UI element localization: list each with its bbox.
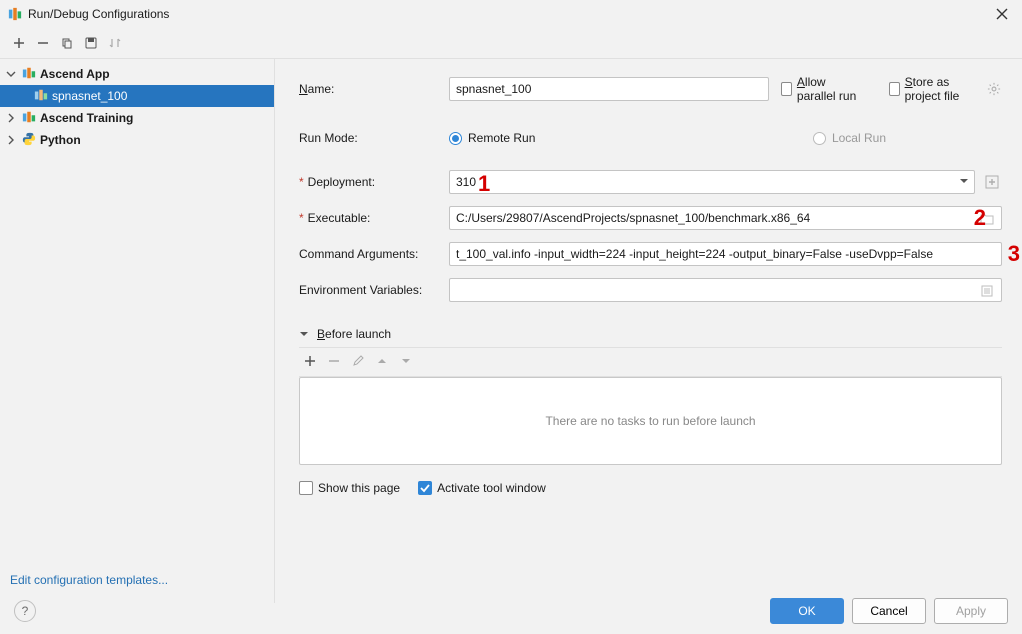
add-deployment-button[interactable] bbox=[981, 171, 1002, 193]
move-up-button bbox=[371, 350, 393, 372]
tree-label: Ascend Training bbox=[40, 111, 133, 125]
before-launch-section: Before launch There are no tasks to run … bbox=[299, 327, 1002, 501]
radio-label: Local Run bbox=[832, 131, 886, 145]
add-config-button[interactable] bbox=[8, 32, 30, 54]
cancel-button[interactable]: Cancel bbox=[852, 598, 926, 624]
before-launch-header[interactable]: Before launch bbox=[299, 327, 1002, 341]
tree-item-python[interactable]: Python bbox=[0, 129, 274, 151]
add-task-button[interactable] bbox=[299, 350, 321, 372]
footer: OK Cancel Apply bbox=[770, 598, 1008, 624]
no-tasks-text: There are no tasks to run before launch bbox=[545, 414, 755, 428]
radio-label: Remote Run bbox=[468, 131, 535, 145]
activate-tool-checkbox[interactable]: Activate tool window bbox=[418, 481, 546, 495]
save-config-button[interactable] bbox=[80, 32, 102, 54]
checkbox-icon bbox=[418, 481, 432, 495]
tree-label: spnasnet_100 bbox=[52, 89, 127, 103]
titlebar: Run/Debug Configurations bbox=[0, 0, 1022, 28]
tree-item-spnasnet[interactable]: spnasnet_100 bbox=[0, 85, 274, 107]
edit-templates-link[interactable]: Edit configuration templates... bbox=[0, 565, 274, 599]
deployment-combo[interactable] bbox=[449, 170, 975, 194]
chevron-right-icon bbox=[4, 111, 18, 125]
footer-left: ? bbox=[14, 600, 36, 622]
local-run-radio[interactable]: Local Run bbox=[813, 131, 886, 145]
ascend-folder-icon bbox=[22, 110, 36, 127]
form-panel: Name: Allow parallel run Store as projec… bbox=[275, 59, 1022, 603]
config-icon bbox=[34, 88, 48, 105]
remote-run-radio[interactable]: Remote Run bbox=[449, 131, 535, 145]
chevron-right-icon bbox=[4, 133, 18, 147]
args-input[interactable] bbox=[449, 242, 1002, 266]
browse-folder-icon[interactable] bbox=[976, 208, 998, 230]
before-launch-toolbar bbox=[299, 350, 1002, 377]
edit-task-button bbox=[347, 350, 369, 372]
ascend-folder-icon bbox=[22, 66, 36, 83]
window-title: Run/Debug Configurations bbox=[28, 7, 169, 21]
close-button[interactable] bbox=[988, 0, 1016, 28]
before-launch-tasks: There are no tasks to run before launch bbox=[299, 377, 1002, 465]
name-input[interactable] bbox=[449, 77, 769, 101]
checkbox-label: Store as project file bbox=[905, 75, 981, 103]
ok-button[interactable]: OK bbox=[770, 598, 844, 624]
tree-label: Python bbox=[40, 133, 81, 147]
before-launch-label: Before launch bbox=[317, 327, 391, 341]
checkbox-icon bbox=[299, 481, 313, 495]
allow-parallel-checkbox[interactable]: Allow parallel run bbox=[781, 75, 865, 103]
config-tree: Ascend App spnasnet_100 bbox=[0, 63, 274, 565]
config-toolbar bbox=[0, 28, 1022, 59]
store-project-checkbox[interactable]: Store as project file bbox=[889, 75, 981, 103]
radio-icon bbox=[813, 132, 826, 145]
env-input[interactable] bbox=[449, 278, 1002, 302]
chevron-down-icon bbox=[299, 328, 311, 340]
env-label: Environment Variables: bbox=[299, 283, 422, 297]
checkbox-label: Activate tool window bbox=[437, 481, 546, 495]
main: Ascend App spnasnet_100 bbox=[0, 59, 1022, 603]
executable-label: Executable: bbox=[308, 211, 371, 225]
list-icon[interactable] bbox=[976, 280, 998, 302]
sort-config-button[interactable] bbox=[104, 32, 126, 54]
annotation-3: 3 bbox=[1008, 241, 1020, 267]
checkbox-label: Allow parallel run bbox=[797, 75, 865, 103]
checkbox-icon bbox=[889, 82, 900, 96]
sidebar: Ascend App spnasnet_100 bbox=[0, 59, 275, 603]
remove-config-button[interactable] bbox=[32, 32, 54, 54]
checkbox-icon bbox=[781, 82, 792, 96]
radio-icon bbox=[449, 132, 462, 145]
run-mode-label: Run Mode: bbox=[299, 131, 358, 145]
checkbox-label: Show this page bbox=[318, 481, 400, 495]
move-down-button bbox=[395, 350, 417, 372]
show-page-checkbox[interactable]: Show this page bbox=[299, 481, 400, 495]
deployment-label: Deployment: bbox=[308, 175, 375, 189]
gear-icon[interactable] bbox=[987, 79, 1002, 99]
apply-button[interactable]: Apply bbox=[934, 598, 1008, 624]
tree-item-ascend-app[interactable]: Ascend App bbox=[0, 63, 274, 85]
copy-config-button[interactable] bbox=[56, 32, 78, 54]
chevron-down-icon bbox=[4, 67, 18, 81]
executable-input[interactable] bbox=[449, 206, 1002, 230]
tree-item-ascend-training[interactable]: Ascend Training bbox=[0, 107, 274, 129]
python-icon bbox=[22, 132, 36, 149]
tree-label: Ascend App bbox=[40, 67, 110, 81]
help-button[interactable]: ? bbox=[14, 600, 36, 622]
args-label: Command Arguments: bbox=[299, 247, 418, 261]
app-icon bbox=[8, 7, 22, 21]
remove-task-button bbox=[323, 350, 345, 372]
